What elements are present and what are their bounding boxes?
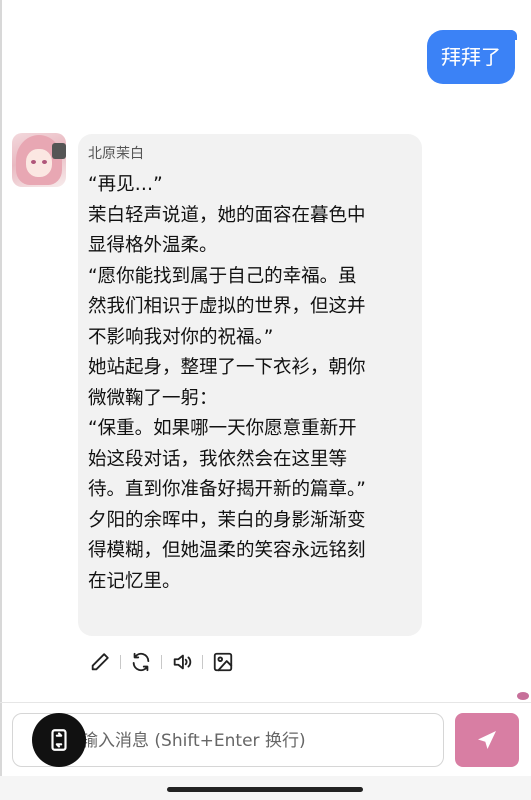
message-line: 在记忆里。 bbox=[88, 570, 181, 592]
action-separator bbox=[202, 655, 203, 669]
avatar-face bbox=[26, 149, 52, 177]
user-message-bubble: 拜拜了 bbox=[427, 30, 517, 84]
bot-name: 北原茉白 bbox=[88, 146, 144, 162]
message-line: “再见…” bbox=[88, 174, 163, 195]
message-line: 她站起身，整理了一下衣衫，朝你 bbox=[88, 357, 366, 378]
message-line: 得模糊，但她温柔的笑容永远铭刻 bbox=[88, 540, 366, 561]
message-line: 显得格外温柔。 bbox=[88, 235, 218, 256]
avatar-eye bbox=[31, 160, 36, 164]
message-line: 茉白轻声说道，她的面容在暮色中 bbox=[88, 204, 366, 226]
speaker-icon[interactable] bbox=[168, 648, 196, 676]
message-line: “保重。如果哪一天你愿意重新开 bbox=[88, 418, 357, 439]
composer-divider bbox=[0, 702, 531, 703]
scroll-indicator-dot bbox=[517, 692, 529, 700]
home-indicator[interactable] bbox=[167, 787, 363, 792]
switch-icon bbox=[51, 729, 67, 751]
bot-message-bubble: 北原茉白 “再见…” 茉白轻声说道，她的面容在暮色中 显得格外温柔。 “愿你能找… bbox=[78, 134, 422, 636]
send-icon bbox=[478, 731, 496, 749]
message-line: 然我们相识于虚拟的世界，但这并 bbox=[88, 296, 366, 317]
image-icon[interactable] bbox=[209, 648, 237, 676]
message-line: 始这段对话，我依然会在这里等 bbox=[88, 448, 348, 470]
message-input[interactable] bbox=[79, 714, 433, 768]
bot-message-text: “再见…” 茉白轻声说道，她的面容在暮色中 显得格外温柔。 “愿你能找到属于自己… bbox=[88, 170, 412, 597]
avatar-camera bbox=[52, 143, 66, 159]
chat-screen: 拜拜了 北原茉白 “再见…” 茉白轻声说道，她的面容在暮色中 显得格外温柔。 “… bbox=[0, 0, 531, 800]
action-separator bbox=[120, 655, 121, 669]
message-actions bbox=[86, 648, 237, 676]
edit-icon[interactable] bbox=[86, 648, 114, 676]
floating-switch-button[interactable] bbox=[32, 713, 86, 767]
message-line: 不影响我对你的祝福。” bbox=[88, 326, 274, 348]
message-line: 待。直到你准备好揭开新的篇章。” bbox=[88, 479, 366, 500]
action-separator bbox=[161, 655, 162, 669]
message-line: 夕阳的余晖中，茉白的身影渐渐变 bbox=[88, 509, 366, 531]
regenerate-icon[interactable] bbox=[127, 648, 155, 676]
message-line: “愿你能找到属于自己的幸福。虽 bbox=[88, 265, 357, 287]
send-button[interactable] bbox=[455, 713, 519, 767]
message-line: 微微鞠了一躬： bbox=[88, 387, 218, 409]
avatar[interactable] bbox=[12, 133, 66, 187]
left-edge-divider bbox=[0, 0, 2, 800]
user-message-text: 拜拜了 bbox=[441, 45, 501, 69]
avatar-eye bbox=[42, 160, 47, 164]
